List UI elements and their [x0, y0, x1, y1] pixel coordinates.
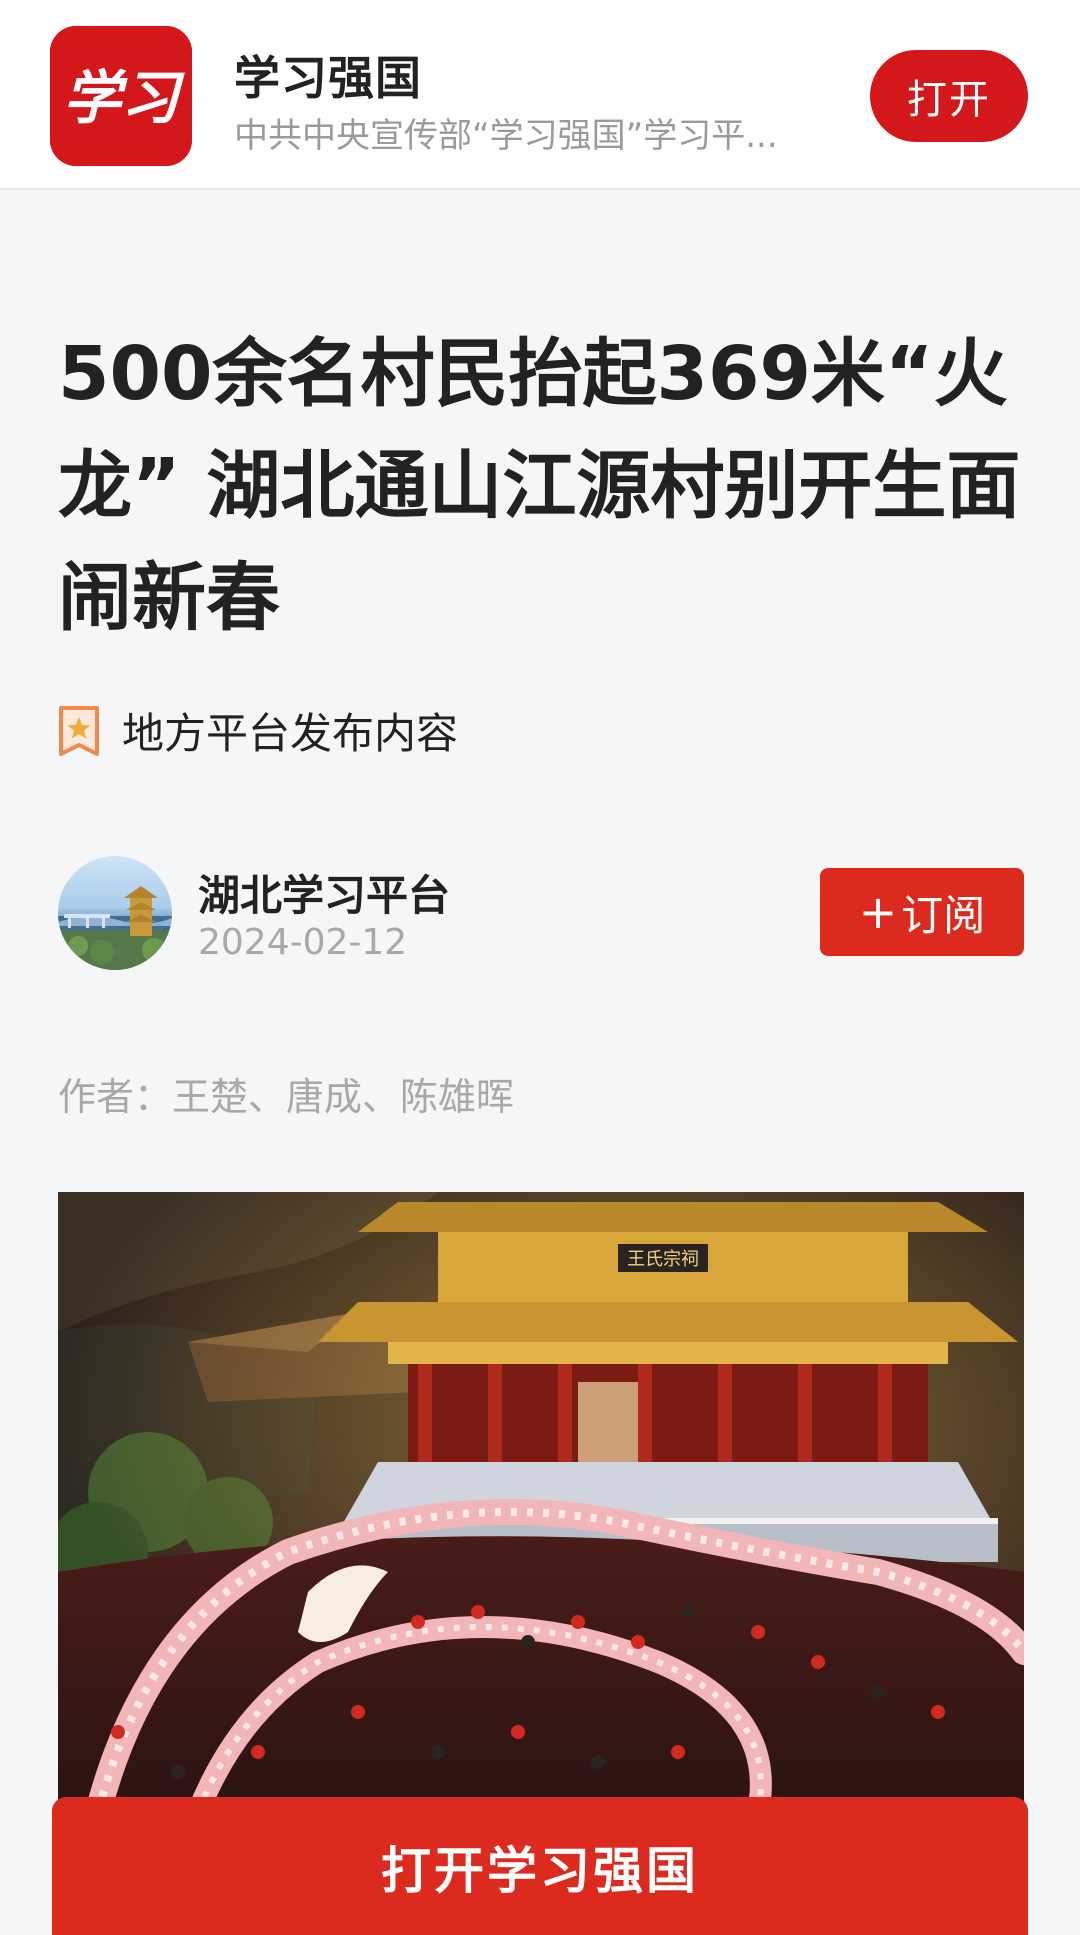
star-badge-icon — [59, 705, 99, 756]
app-description: 中共中央宣传部“学习强国”学习平... — [234, 116, 778, 156]
open-app-cta-button[interactable]: 打开学习强国 — [52, 1797, 1028, 1935]
article-hero-image[interactable]: 王氏宗祠 — [58, 1192, 1024, 1812]
app-name: 学习强国 — [234, 51, 422, 105]
publish-date: 2024-02-12 — [198, 922, 408, 963]
article-page: 学习 学习强国 中共中央宣传部“学习强国”学习平... 打开 500余名村民抬起… — [0, 0, 1080, 1935]
logo-text: 学习 — [63, 64, 185, 132]
publisher-row: 湖北学习平台 2024-02-12 + 订阅 — [58, 856, 1024, 976]
source-tag: 地方平台发布内容 — [58, 700, 458, 761]
open-app-button[interactable]: 打开 — [870, 50, 1028, 142]
publisher-name[interactable]: 湖北学习平台 — [198, 862, 450, 923]
temple-sign-text: 王氏宗祠 — [627, 1249, 699, 1270]
source-tag-label: 地方平台发布内容 — [122, 709, 459, 758]
publisher-avatar[interactable] — [58, 856, 172, 970]
plus-icon: + — [858, 885, 898, 939]
article-byline: 作者：王楚、唐成、陈雄晖 — [58, 1075, 515, 1119]
subscribe-button[interactable]: + 订阅 — [820, 868, 1024, 956]
subscribe-label: 订阅 — [901, 890, 986, 940]
article-title: 500余名村民抬起369米“火龙” 湖北通山江源村别开生面闹新春 — [58, 331, 1021, 641]
app-banner[interactable]: 学习 学习强国 中共中央宣传部“学习强国”学习平... 打开 — [0, 0, 1080, 190]
app-logo-icon: 学习 — [50, 26, 192, 166]
